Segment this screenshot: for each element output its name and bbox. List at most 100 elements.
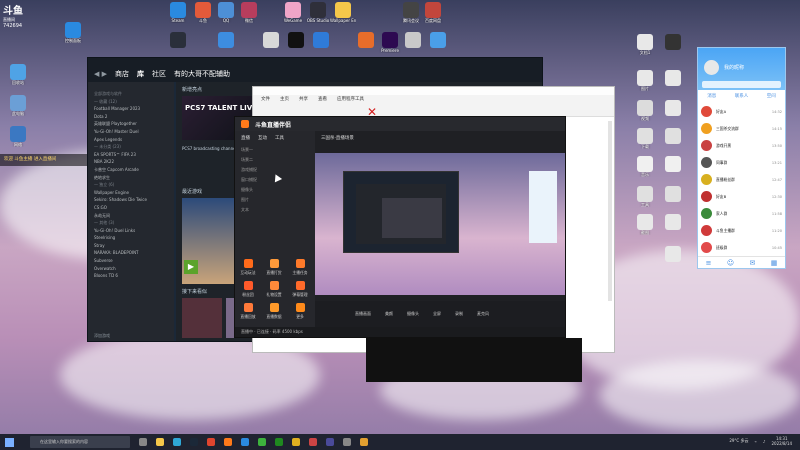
tool-camera[interactable]: 摄像头: [407, 311, 419, 317]
desktop-icon[interactable]: [425, 32, 451, 48]
steam-icon[interactable]: [190, 438, 198, 446]
desktop-icon[interactable]: 百度网盘: [420, 2, 446, 23]
desktop-icon[interactable]: 控制面板: [60, 22, 86, 43]
secondary-window[interactable]: [366, 338, 582, 382]
library-row[interactable]: Subverse: [88, 257, 174, 265]
desktop-icon[interactable]: [353, 32, 379, 48]
nav-library[interactable]: 库: [137, 69, 144, 79]
tab-home[interactable]: 主页: [280, 96, 289, 102]
chat-item[interactable]: 家人群 11:58: [701, 205, 782, 222]
chat-item[interactable]: 斗鱼主播群 11:20: [701, 222, 782, 239]
app-icon[interactable]: [360, 438, 368, 446]
tab-view[interactable]: 查看: [318, 96, 327, 102]
network-icon[interactable]: ⌁: [755, 439, 757, 444]
tab-interact[interactable]: 互动: [258, 135, 267, 141]
library-row[interactable]: CS:GO: [88, 204, 174, 212]
qq-tab-messages[interactable]: 消息: [707, 93, 716, 99]
tool-tile[interactable]: 互动玩法: [239, 259, 257, 276]
library-row[interactable]: Yu-Gi-Oh! Duel Links: [88, 227, 174, 235]
desktop-icon[interactable]: 网络: [5, 126, 31, 147]
desktop-icon[interactable]: 此电脑: [5, 95, 31, 116]
qq-window[interactable]: 我的昵称 消息 联系人 空间 好友A 14:32 三国杀交流群 14:15 游戏开黑…: [697, 47, 786, 269]
library-row[interactable]: Sekiro: Shadows Die Twice: [88, 196, 174, 204]
tool-fullscreen[interactable]: 全屏: [433, 311, 441, 317]
library-row[interactable]: Yu-Gi-Oh! Master Duel: [88, 128, 174, 136]
qq-tab-contacts[interactable]: 联系人: [735, 93, 749, 99]
library-row[interactable]: Bloons TD 6: [88, 272, 174, 280]
tab-file[interactable]: 文件: [261, 96, 270, 102]
library-row[interactable]: — 其他 (3): [88, 219, 174, 227]
volume-icon[interactable]: ♪: [763, 439, 766, 444]
library-row[interactable]: 卡普空 Capcom Arcade: [88, 166, 174, 174]
contacts-icon[interactable]: ☺: [727, 259, 734, 267]
tool-tile[interactable]: 更多: [291, 303, 309, 320]
nav-community[interactable]: 社区: [152, 69, 166, 79]
desktop-icon[interactable]: 音乐: [632, 156, 658, 177]
tool-tile[interactable]: 直播数据: [265, 303, 283, 320]
desktop-icon[interactable]: [308, 32, 334, 48]
taskbar-search-input[interactable]: 在这里输入你要搜索的内容: [30, 436, 130, 448]
desktop-icon[interactable]: [165, 32, 191, 48]
chat-item[interactable]: 好友A 14:32: [701, 103, 782, 120]
chrome-icon[interactable]: [207, 438, 215, 446]
library-row[interactable]: Wallpaper Engine: [88, 189, 174, 197]
desktop-icon[interactable]: [660, 34, 686, 50]
library-row[interactable]: — 独立 (6): [88, 181, 174, 189]
tab-live[interactable]: 直播: [241, 135, 250, 141]
app-icon[interactable]: [343, 438, 351, 446]
tool-tile[interactable]: 直播打赏: [265, 259, 283, 276]
chat-item[interactable]: 直播粉丝群 12:47: [701, 171, 782, 188]
stream-preview[interactable]: [315, 153, 565, 295]
app-icon[interactable]: [326, 438, 334, 446]
library-row[interactable]: 全部游戏与软件: [88, 90, 174, 98]
desktop-icon[interactable]: [660, 246, 686, 262]
edge-icon[interactable]: [173, 438, 181, 446]
scrollbar[interactable]: [608, 121, 612, 301]
explorer-icon[interactable]: [156, 438, 164, 446]
qq-tab-space[interactable]: 空间: [767, 93, 776, 99]
scene-row[interactable]: 场景一: [235, 145, 315, 155]
library-row[interactable]: NARAKA: BLADEPOINT: [88, 249, 174, 257]
desktop-icon[interactable]: [660, 100, 686, 116]
game-thumb[interactable]: [182, 298, 222, 338]
chat-item[interactable]: 同事群 13:21: [701, 154, 782, 171]
taskview-icon[interactable]: [139, 438, 147, 446]
library-row[interactable]: Overwatch: [88, 265, 174, 273]
apps-icon[interactable]: ▦: [771, 259, 778, 267]
library-row[interactable]: Dota 2: [88, 113, 174, 121]
library-row[interactable]: Apex Legends: [88, 136, 174, 144]
tool-preview[interactable]: 直播画面: [355, 311, 371, 317]
menu-icon[interactable]: ≡: [706, 259, 712, 267]
tool-beauty[interactable]: 美颜: [385, 311, 393, 317]
desktop-icon[interactable]: [660, 214, 686, 230]
desktop-icon[interactable]: WeGame: [280, 2, 306, 23]
douyu-icon[interactable]: [224, 438, 232, 446]
xbox-icon[interactable]: [275, 438, 283, 446]
steam-titlebar[interactable]: [88, 58, 542, 66]
back-icon[interactable]: ◀ ▶: [94, 70, 107, 78]
desktop-icon[interactable]: 回收站: [5, 64, 31, 85]
library-row[interactable]: 绝地求生: [88, 174, 174, 182]
start-icon[interactable]: [5, 437, 14, 447]
desktop-icon[interactable]: Wallpaper Engine: [330, 2, 356, 23]
tool-tile[interactable]: 礼物设置: [265, 281, 283, 298]
library-row[interactable]: NBA 2K22: [88, 158, 174, 166]
desktop-icon[interactable]: 工具: [632, 186, 658, 207]
chat-item[interactable]: 班级群 10:45: [701, 239, 782, 256]
weather[interactable]: 29°C 多云: [729, 438, 748, 444]
scene-row[interactable]: 图片: [235, 195, 315, 205]
scene-row[interactable]: 文本: [235, 205, 315, 215]
chat-item[interactable]: 好友B 12:30: [701, 188, 782, 205]
desktop-icon[interactable]: 下载: [632, 128, 658, 149]
desktop-icon[interactable]: [213, 32, 239, 48]
desktop-icon[interactable]: Steam: [165, 2, 191, 23]
scene-row[interactable]: 摄像头: [235, 185, 315, 195]
desktop-icon[interactable]: 文档1: [632, 34, 658, 55]
desktop-icon[interactable]: [283, 32, 309, 48]
tool-tile[interactable]: 直播回放: [239, 303, 257, 320]
desktop-icon[interactable]: [258, 32, 284, 48]
stream-app-window[interactable]: 斗鱼直播伴侣 直播 互动 工具 场景一 场景二 游戏捕捉 窗口捕捉 摄像头 图片…: [234, 116, 566, 338]
desktop-icon[interactable]: [660, 186, 686, 202]
desktop-icon[interactable]: OBS Studio: [305, 2, 331, 23]
desktop-icon[interactable]: 微信: [236, 2, 262, 23]
